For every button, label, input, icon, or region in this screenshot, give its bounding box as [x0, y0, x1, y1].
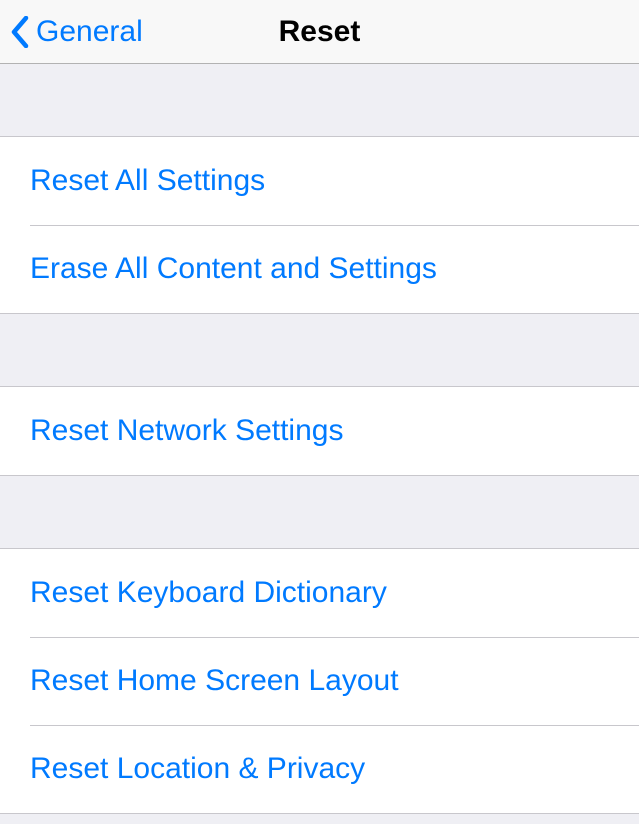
row-label: Reset Keyboard Dictionary — [30, 576, 387, 610]
reset-keyboard-dictionary[interactable]: Reset Keyboard Dictionary — [0, 549, 639, 637]
row-label: Reset Home Screen Layout — [30, 664, 399, 698]
row-label: Reset Network Settings — [30, 414, 343, 448]
settings-group-1: Reset All Settings Erase All Content and… — [0, 136, 639, 314]
row-label: Erase All Content and Settings — [30, 252, 437, 286]
navigation-bar: General Reset — [0, 0, 639, 64]
page-title: Reset — [279, 15, 361, 49]
row-label: Reset All Settings — [30, 164, 265, 198]
section-gap — [0, 64, 639, 136]
row-label: Reset Location & Privacy — [30, 752, 365, 786]
chevron-left-icon — [8, 15, 32, 49]
back-label: General — [36, 15, 143, 49]
back-button[interactable]: General — [8, 15, 143, 49]
settings-group-2: Reset Network Settings — [0, 386, 639, 476]
reset-home-screen-layout[interactable]: Reset Home Screen Layout — [0, 637, 639, 725]
reset-network-settings[interactable]: Reset Network Settings — [0, 387, 639, 475]
settings-group-3: Reset Keyboard Dictionary Reset Home Scr… — [0, 548, 639, 814]
reset-all-settings[interactable]: Reset All Settings — [0, 137, 639, 225]
section-gap — [0, 476, 639, 548]
reset-location-privacy[interactable]: Reset Location & Privacy — [0, 725, 639, 813]
erase-all-content[interactable]: Erase All Content and Settings — [0, 225, 639, 313]
section-gap — [0, 314, 639, 386]
